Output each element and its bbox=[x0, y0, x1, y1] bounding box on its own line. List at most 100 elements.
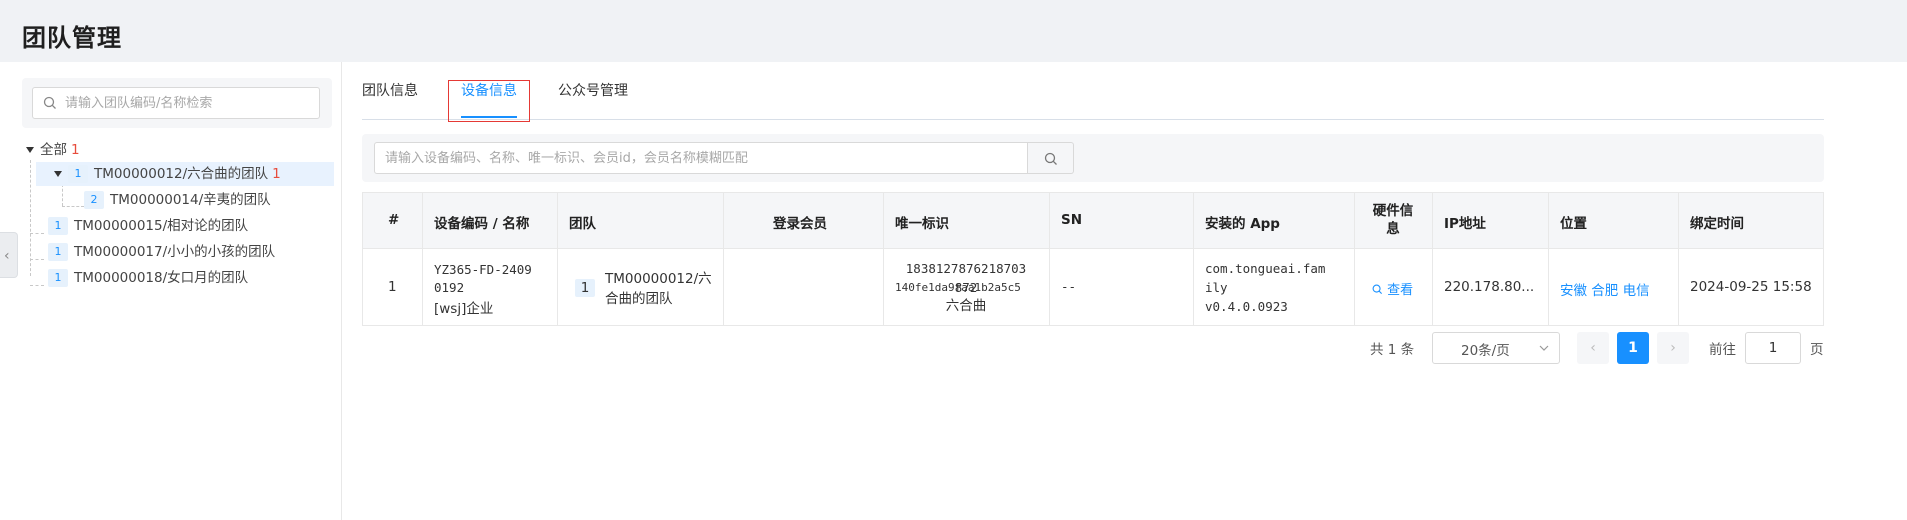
column-header-sn: SN bbox=[1061, 212, 1083, 228]
goto-page-input[interactable] bbox=[1745, 332, 1801, 364]
column-divider bbox=[1678, 193, 1679, 325]
column-divider bbox=[422, 193, 423, 325]
device-code-line: YZ365-FD-2409 bbox=[434, 262, 532, 277]
tree-connector bbox=[62, 184, 63, 206]
app-version: v0.4.0.0923 bbox=[1205, 299, 1288, 314]
tab-official-account[interactable]: 公众号管理 bbox=[558, 80, 628, 102]
column-divider bbox=[1049, 193, 1050, 325]
chevron-right-icon: › bbox=[1670, 340, 1676, 356]
tree-node-label: TM00000015/相对论的团队 bbox=[74, 218, 249, 234]
column-divider bbox=[1432, 193, 1433, 325]
level-badge: 1 bbox=[48, 217, 68, 235]
page-unit-label: 页 bbox=[1810, 342, 1824, 358]
tree-node-label: TM00000017/小小的小孩的团队 bbox=[74, 244, 276, 260]
tree-connector bbox=[30, 259, 44, 260]
column-divider bbox=[1354, 193, 1355, 325]
caret-down-icon[interactable] bbox=[54, 171, 62, 177]
cell-team: TM00000012/六 合曲的团队 bbox=[605, 269, 712, 309]
search-icon bbox=[43, 96, 56, 109]
caret-down-icon[interactable] bbox=[26, 147, 34, 153]
tree-connector bbox=[30, 285, 44, 286]
collapse-panel-button[interactable]: ‹ bbox=[0, 232, 18, 278]
main-content: 全部1 1TM00000012/六合曲的团队1 2TM00000014/辛夷的团… bbox=[0, 62, 1907, 520]
device-search-input[interactable] bbox=[385, 149, 1005, 167]
column-header-team: 团队 bbox=[569, 216, 596, 232]
member-id: 1838127876218703 bbox=[905, 261, 1027, 276]
column-header-bind-time: 绑定时间 bbox=[1690, 216, 1744, 232]
column-header-unique-id: 唯一标识 bbox=[895, 216, 949, 232]
search-icon bbox=[1372, 284, 1383, 295]
tree-search-wrapper bbox=[22, 78, 332, 128]
tree-node-team[interactable]: 1 TM00000017/小小的小孩的团队 bbox=[48, 240, 328, 264]
device-table: # 设备编码 / 名称 团队 登录会员 唯一标识 SN 安装的 App 硬件信息… bbox=[362, 192, 1824, 326]
team-line: 合曲的团队 bbox=[605, 291, 673, 307]
next-page-button[interactable]: › bbox=[1657, 332, 1689, 364]
view-link-label: 查看 bbox=[1387, 283, 1414, 298]
page-title: 团队管理 bbox=[22, 24, 122, 52]
cell-ip: 220.178.80... bbox=[1444, 279, 1535, 295]
tree-connector bbox=[30, 233, 44, 234]
column-header-app: 安装的 App bbox=[1205, 216, 1280, 232]
cell-app: com.tongueai.fam ily v0.4.0.0923 bbox=[1205, 259, 1325, 316]
tree-connector bbox=[62, 206, 84, 207]
team-level-badge: 1 bbox=[575, 279, 595, 297]
tree-node-label: 全部 bbox=[40, 142, 67, 158]
device-search-box[interactable] bbox=[374, 142, 1028, 174]
tree-node-count: 1 bbox=[272, 166, 281, 182]
level-badge: 1 bbox=[48, 269, 68, 287]
search-button[interactable] bbox=[1028, 142, 1074, 174]
tree-node-team[interactable]: 1 TM00000018/女口月的团队 bbox=[48, 266, 328, 290]
cell-unique-id: 140fe1da9faa1b2a5c5 bbox=[895, 281, 1021, 294]
tree-search-box[interactable] bbox=[32, 87, 320, 119]
active-tab-highlight bbox=[448, 80, 530, 122]
column-divider bbox=[1193, 193, 1194, 325]
column-header-hardware: 硬件信息 bbox=[1372, 203, 1414, 237]
column-header-index: # bbox=[388, 212, 400, 228]
prev-page-button[interactable]: ‹ bbox=[1577, 332, 1609, 364]
column-divider bbox=[723, 193, 724, 325]
page-size-select[interactable]: 20条/页 bbox=[1432, 332, 1560, 364]
cell-sn: -- bbox=[1061, 279, 1077, 294]
column-header-member: 登录会员 bbox=[773, 216, 827, 232]
tree-node-label: TM00000018/女口月的团队 bbox=[74, 270, 249, 286]
hardware-view-link[interactable]: 查看 bbox=[1372, 279, 1413, 298]
cell-device-code: YZ365-FD-2409 0192 bbox=[434, 261, 532, 297]
device-code-line: 0192 bbox=[434, 280, 465, 295]
tree-node-label: TM00000012/六合曲的团队 bbox=[94, 166, 269, 182]
chevron-left-icon: ‹ bbox=[1590, 340, 1596, 356]
column-divider bbox=[557, 193, 558, 325]
column-header-location: 位置 bbox=[1560, 216, 1587, 232]
tree-node-label: TM00000014/辛夷的团队 bbox=[110, 192, 271, 208]
page-number-button[interactable]: 1 bbox=[1617, 332, 1649, 364]
tree-node-count: 1 bbox=[71, 142, 80, 158]
tree-node-all[interactable]: 全部 1 bbox=[26, 138, 326, 162]
goto-label: 前往 bbox=[1709, 342, 1736, 358]
chevron-left-icon: ‹ bbox=[4, 248, 10, 264]
search-icon bbox=[1044, 152, 1057, 165]
team-search-input[interactable] bbox=[65, 94, 305, 112]
team-tree-panel: 全部1 1TM00000012/六合曲的团队1 2TM00000014/辛夷的团… bbox=[0, 62, 342, 520]
tree-node-team[interactable]: 2 TM00000014/辛夷的团队 bbox=[84, 188, 324, 212]
tree-node-team[interactable]: 1 TM00000012/六合曲的团队 1 bbox=[36, 162, 334, 186]
page-size-value: 20条/页 bbox=[1461, 343, 1510, 359]
page-header: 团队管理 bbox=[0, 0, 1907, 62]
cell-bind-time: 2024-09-25 15:58 bbox=[1690, 279, 1812, 295]
column-header-ip: IP地址 bbox=[1444, 216, 1486, 232]
cell-device-name: [wsj]企业 bbox=[434, 301, 494, 317]
level-badge: 1 bbox=[68, 165, 88, 183]
column-header-device: 设备编码 / 名称 bbox=[434, 216, 530, 232]
member-name: 六合曲 bbox=[945, 298, 987, 314]
column-divider bbox=[1548, 193, 1549, 325]
app-package: com.tongueai.fam bbox=[1205, 261, 1326, 276]
team-line: TM00000012/六 bbox=[605, 271, 712, 287]
level-badge: 1 bbox=[48, 243, 68, 261]
app-package: ily bbox=[1205, 280, 1228, 295]
tree-node-team[interactable]: 1 TM00000015/相对论的团队 bbox=[48, 214, 328, 238]
tab-team-info[interactable]: 团队信息 bbox=[362, 80, 418, 102]
level-badge: 2 bbox=[84, 191, 104, 209]
device-filter-bar bbox=[362, 134, 1824, 182]
cell-location[interactable]: 安徽 合肥 电信 bbox=[1560, 279, 1650, 299]
cell-index: 1 bbox=[388, 279, 397, 295]
chevron-down-icon bbox=[1539, 345, 1549, 351]
pagination-total: 共 1 条 bbox=[1370, 342, 1415, 358]
